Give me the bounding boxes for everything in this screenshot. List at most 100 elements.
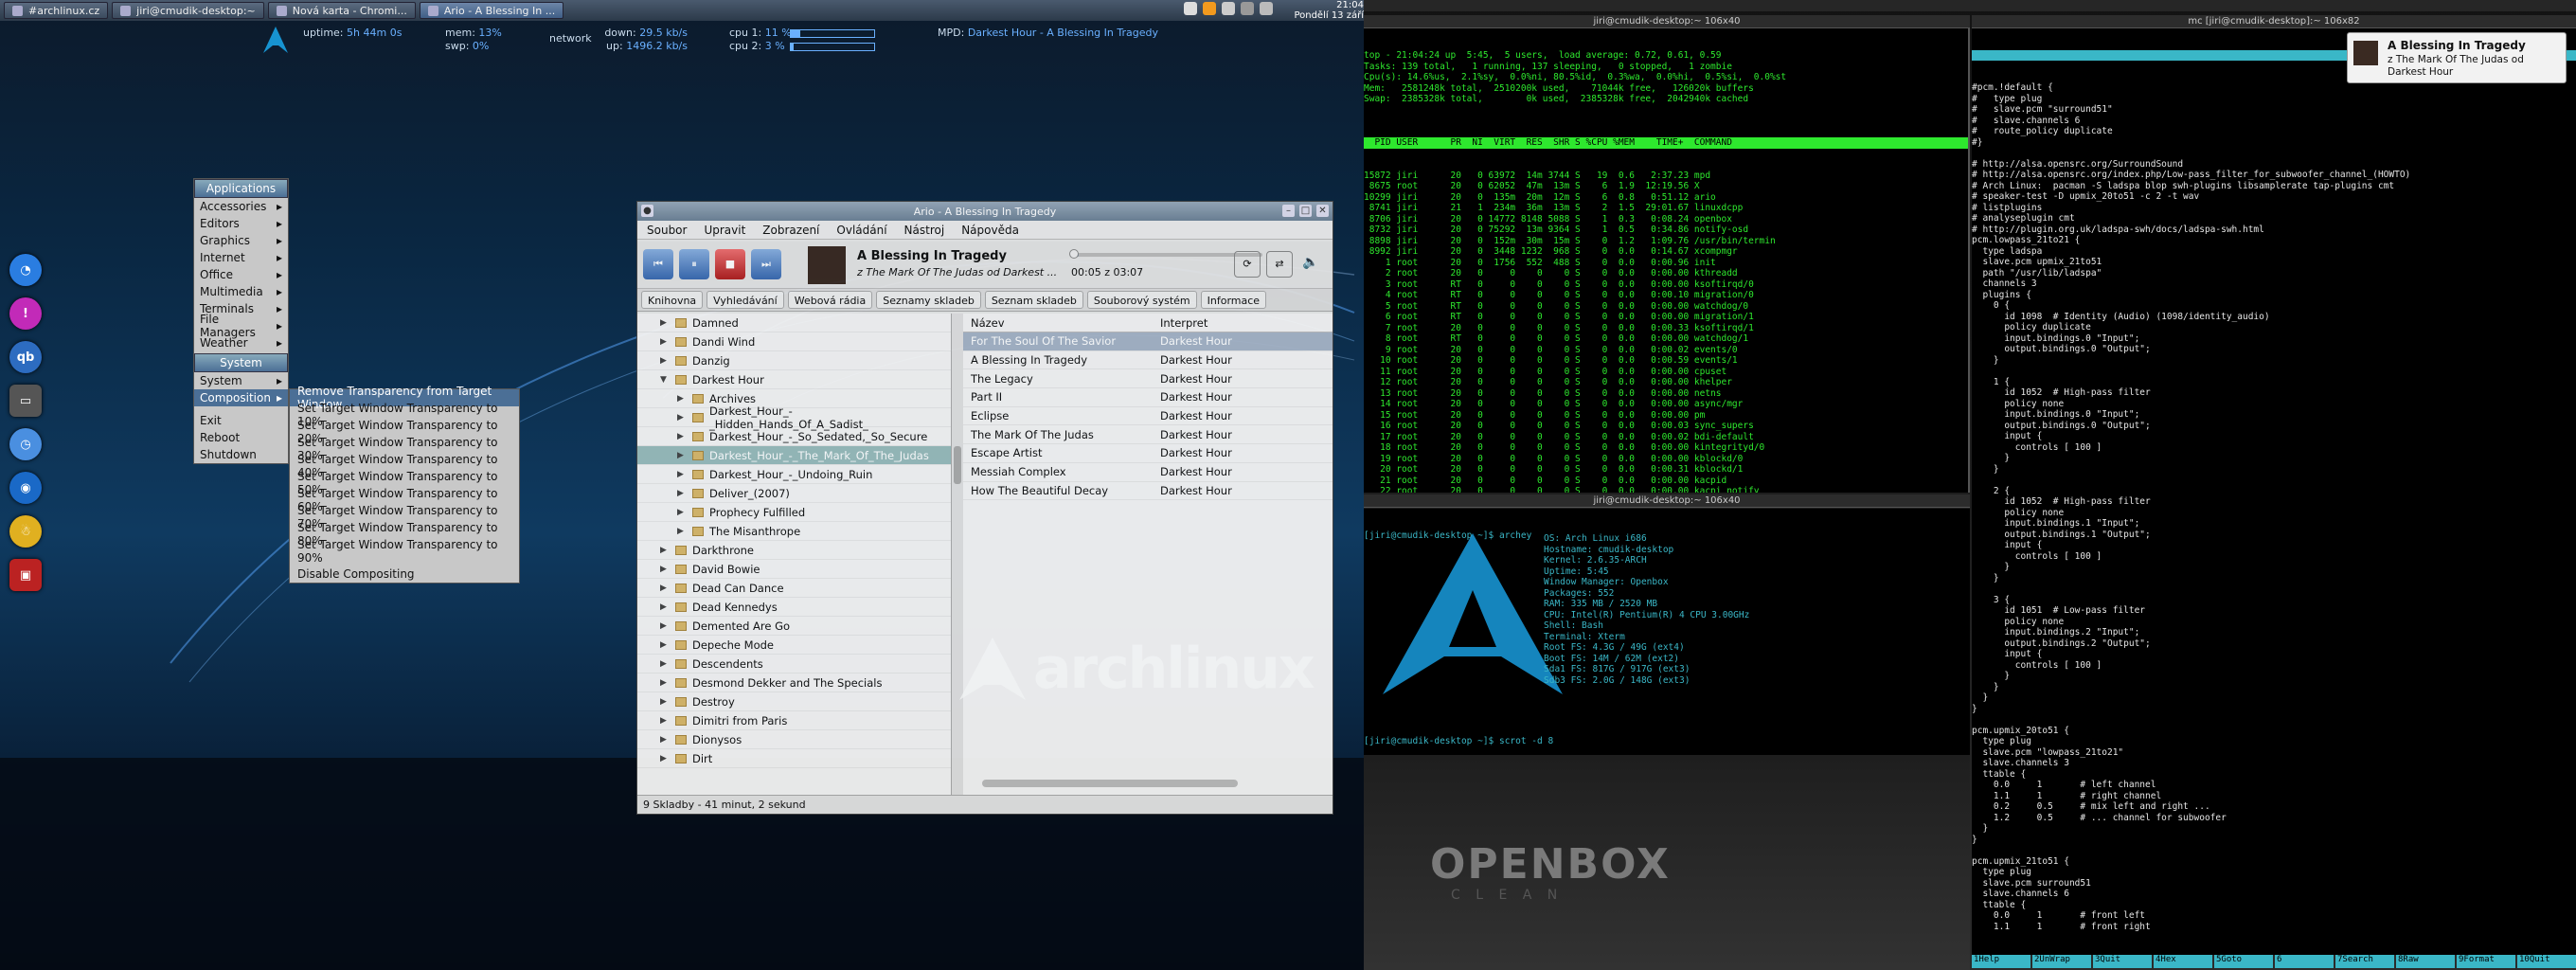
mc-fkey[interactable]: 4Hex — [2154, 955, 2212, 968]
ario-menu-ovládání[interactable]: Ovládání — [836, 224, 886, 237]
track-row[interactable]: A Blessing In Tragedy Darkest Hour — [963, 351, 1333, 370]
tab-4[interactable]: Seznam skladeb — [984, 291, 1083, 309]
tree-row[interactable]: ▶ Depeche Mode — [637, 636, 951, 655]
tree-scroll-thumb[interactable] — [954, 446, 961, 484]
pidgin-icon[interactable]: ! — [9, 297, 42, 330]
collapsed-arrow-icon[interactable]: ▶ — [677, 508, 687, 517]
speaker-icon[interactable] — [1241, 2, 1254, 15]
menu-item-composition[interactable]: Composition ▸ — [194, 389, 288, 406]
process-row[interactable]: 2 root 20 0 0 0 0 S 0 0.0 0:00.00 kthrea… — [1364, 268, 1968, 279]
process-row[interactable]: 15 root 20 0 0 0 0 S 0 0.0 0:00.00 pm — [1364, 410, 1968, 422]
process-row[interactable]: 8741 jiri 21 1 234m 36m 13m S 2 1.5 29:0… — [1364, 203, 1968, 214]
tree-row[interactable]: ▼ Darkest Hour — [637, 370, 951, 389]
menu-item-shutdown[interactable]: Shutdown — [194, 446, 288, 463]
collapsed-arrow-icon[interactable]: ▶ — [677, 394, 687, 404]
menu-item-internet[interactable]: Internet ▸ — [194, 249, 288, 266]
clock-app-icon[interactable]: ◷ — [9, 428, 42, 460]
tree-row[interactable]: ▶ Destroy — [637, 692, 951, 711]
ario-menu-upravit[interactable]: Upravit — [704, 224, 745, 237]
process-row[interactable]: 19 root 20 0 0 0 0 S 0 0.0 0:00.00 kbloc… — [1364, 454, 1968, 465]
tree-row[interactable]: ▶ Demented Are Go — [637, 617, 951, 636]
track-row[interactable]: Messiah Complex Darkest Hour — [963, 463, 1333, 482]
volume-icon[interactable]: 🔈 — [1302, 255, 1318, 270]
process-row[interactable]: 10299 jiri 20 0 135m 20m 12m S 6 0.8 0:5… — [1364, 192, 1968, 204]
track-row[interactable]: For The Soul Of The Savior Darkest Hour — [963, 332, 1333, 351]
tree-row[interactable]: ▶ Darkest_Hour_-_So_Sedated,_So_Secure — [637, 427, 951, 446]
menu-item-accessories[interactable]: Accessories ▸ — [194, 198, 288, 215]
previous-icon[interactable]: ⏮ — [643, 249, 673, 279]
network-icon[interactable] — [1260, 2, 1273, 15]
menu-item-file-managers[interactable]: File Managers ▸ — [194, 313, 288, 339]
collapsed-arrow-icon[interactable]: ▶ — [677, 470, 687, 479]
mc-fkey[interactable]: 8Raw — [2396, 955, 2455, 968]
next-icon[interactable]: ⏭ — [751, 249, 781, 279]
collapsed-arrow-icon[interactable]: ▶ — [660, 584, 670, 593]
collapsed-arrow-icon[interactable]: ▶ — [677, 432, 687, 441]
mc-fkey[interactable]: 1Help — [1972, 955, 2030, 968]
collapsed-arrow-icon[interactable]: ▶ — [677, 489, 687, 498]
notification[interactable]: A Blessing In Tragedy z The Mark Of The … — [2347, 32, 2567, 83]
rss-icon[interactable] — [1203, 2, 1216, 15]
tree-row[interactable]: ▶ Prophecy Fulfilled — [637, 503, 951, 522]
menu-item-reboot[interactable]: Reboot — [194, 429, 288, 446]
process-row[interactable]: 17 root 20 0 0 0 0 S 0 0.0 0:00.02 bdi-d… — [1364, 432, 1968, 443]
tree-row[interactable]: ▶ Dimitri from Paris — [637, 711, 951, 730]
collapsed-arrow-icon[interactable]: ▶ — [677, 527, 687, 536]
collapsed-arrow-icon[interactable]: ▶ — [660, 621, 670, 631]
collapsed-arrow-icon[interactable]: ▶ — [677, 451, 687, 460]
ario-menu-soubor[interactable]: Soubor — [647, 224, 687, 237]
tree-row[interactable]: ▶ Dead Can Dance — [637, 579, 951, 598]
process-row[interactable]: 10 root 20 0 0 0 0 S 0 0.0 0:00.59 event… — [1364, 355, 1968, 367]
top-terminal[interactable]: top - 21:04:24 up 5:45, 5 users, load av… — [1364, 28, 1970, 493]
archey-terminal[interactable]: [jiri@cmudik-desktop ~]$ archey OS: Arch… — [1364, 509, 1970, 755]
tab-3[interactable]: Seznamy skladeb — [876, 291, 981, 309]
menu-item-exit[interactable]: Exit — [194, 412, 288, 429]
mc-fkey[interactable]: 5Goto — [2214, 955, 2273, 968]
collapsed-arrow-icon[interactable]: ▶ — [660, 565, 670, 574]
tab-1[interactable]: Vyhledávání — [707, 291, 784, 309]
process-row[interactable]: 8675 root 20 0 62052 47m 13m S 6 1.9 12:… — [1364, 181, 1968, 192]
task-terminal[interactable]: jiri@cmudik-desktop:~ — [112, 2, 264, 19]
task-ario[interactable]: Ario - A Blessing In ... — [419, 2, 564, 19]
process-row[interactable]: 6 root RT 0 0 0 0 S 0 0.0 0:00.00 migrat… — [1364, 312, 1968, 323]
tree-row[interactable]: ▶ Desmond Dekker and The Specials — [637, 674, 951, 692]
process-row[interactable]: 15872 jiri 20 0 63972 14m 3744 S 19 0.6 … — [1364, 171, 1968, 182]
collapsed-arrow-icon[interactable]: ▶ — [660, 678, 670, 688]
collapsed-arrow-icon[interactable]: ▶ — [660, 659, 670, 669]
ario-menu-zobrazení[interactable]: Zobrazení — [762, 224, 819, 237]
mc-viewer[interactable]: #pcm.!default {# type plug # slave.pcm "s… — [1972, 28, 2576, 955]
tree-row[interactable]: ▶ Descendents — [637, 655, 951, 674]
collapsed-arrow-icon[interactable]: ▶ — [660, 697, 670, 707]
process-row[interactable]: 9 root 20 0 0 0 0 S 0 0.0 0:00.02 events… — [1364, 345, 1968, 356]
collapsed-arrow-icon[interactable]: ▶ — [660, 546, 670, 555]
collapsed-arrow-icon[interactable]: ▶ — [660, 318, 670, 328]
process-row[interactable]: 11 root 20 0 0 0 0 S 0 0.0 0:00.00 cpuse… — [1364, 367, 1968, 378]
tree-row[interactable]: ▶ Darkest_Hour_-_The_Mark_Of_The_Judas — [637, 446, 951, 465]
task-chromium[interactable]: Nová karta - Chromi... — [267, 2, 416, 19]
tree-row[interactable]: ▶ Darkest_Hour_-_Hidden_Hands_Of_A_Sadist… — [637, 404, 951, 431]
monitor-icon[interactable]: ▣ — [9, 559, 42, 591]
process-row[interactable]: 16 root 20 0 0 0 0 S 0 0.0 0:00.03 sync_… — [1364, 421, 1968, 432]
track-row[interactable]: The Legacy Darkest Hour — [963, 369, 1333, 389]
task-archlinux-cz[interactable]: #archlinux.cz — [4, 2, 109, 19]
seek-handle[interactable] — [1069, 249, 1079, 259]
menu-item-graphics[interactable]: Graphics ▸ — [194, 232, 288, 249]
clock[interactable]: 21:04 Pondělí 13 září — [1279, 0, 1364, 21]
pause-icon[interactable]: ⏸ — [679, 249, 709, 279]
track-row[interactable]: Escape Artist Darkest Hour — [963, 444, 1333, 463]
process-row[interactable]: 8898 jiri 20 0 152m 30m 15m S 0 1.2 1:09… — [1364, 236, 1968, 247]
collapsed-arrow-icon[interactable]: ▶ — [660, 716, 670, 726]
tree-row[interactable]: ▶ Danzig — [637, 351, 951, 370]
process-row[interactable]: 8 root RT 0 0 0 0 S 0 0.0 0:00.00 watchd… — [1364, 333, 1968, 345]
process-row[interactable]: 8992 jiri 20 0 3448 1232 968 S 0 0.0 0:1… — [1364, 246, 1968, 258]
collapsed-arrow-icon[interactable]: ▶ — [660, 337, 670, 347]
tree-row[interactable]: ▶ Dandi Wind — [637, 332, 951, 351]
collapsed-arrow-icon[interactable]: ▶ — [660, 735, 670, 745]
collapsed-arrow-icon[interactable]: ▶ — [677, 413, 687, 422]
tree-row[interactable]: ▶ Darkest_Hour_-_Undoing_Ruin — [637, 465, 951, 484]
repeat-icon[interactable]: ⟳ — [1234, 251, 1261, 278]
process-row[interactable]: 3 root RT 0 0 0 0 S 0 0.0 0:00.00 ksofti… — [1364, 279, 1968, 291]
process-row[interactable]: 20 root 20 0 0 0 0 S 0 0.0 0:00.31 kbloc… — [1364, 464, 1968, 476]
process-row[interactable]: 13 root 20 0 0 0 0 S 0 0.0 0:00.00 netns — [1364, 388, 1968, 400]
menu-item-system[interactable]: System ▸ — [194, 372, 288, 389]
